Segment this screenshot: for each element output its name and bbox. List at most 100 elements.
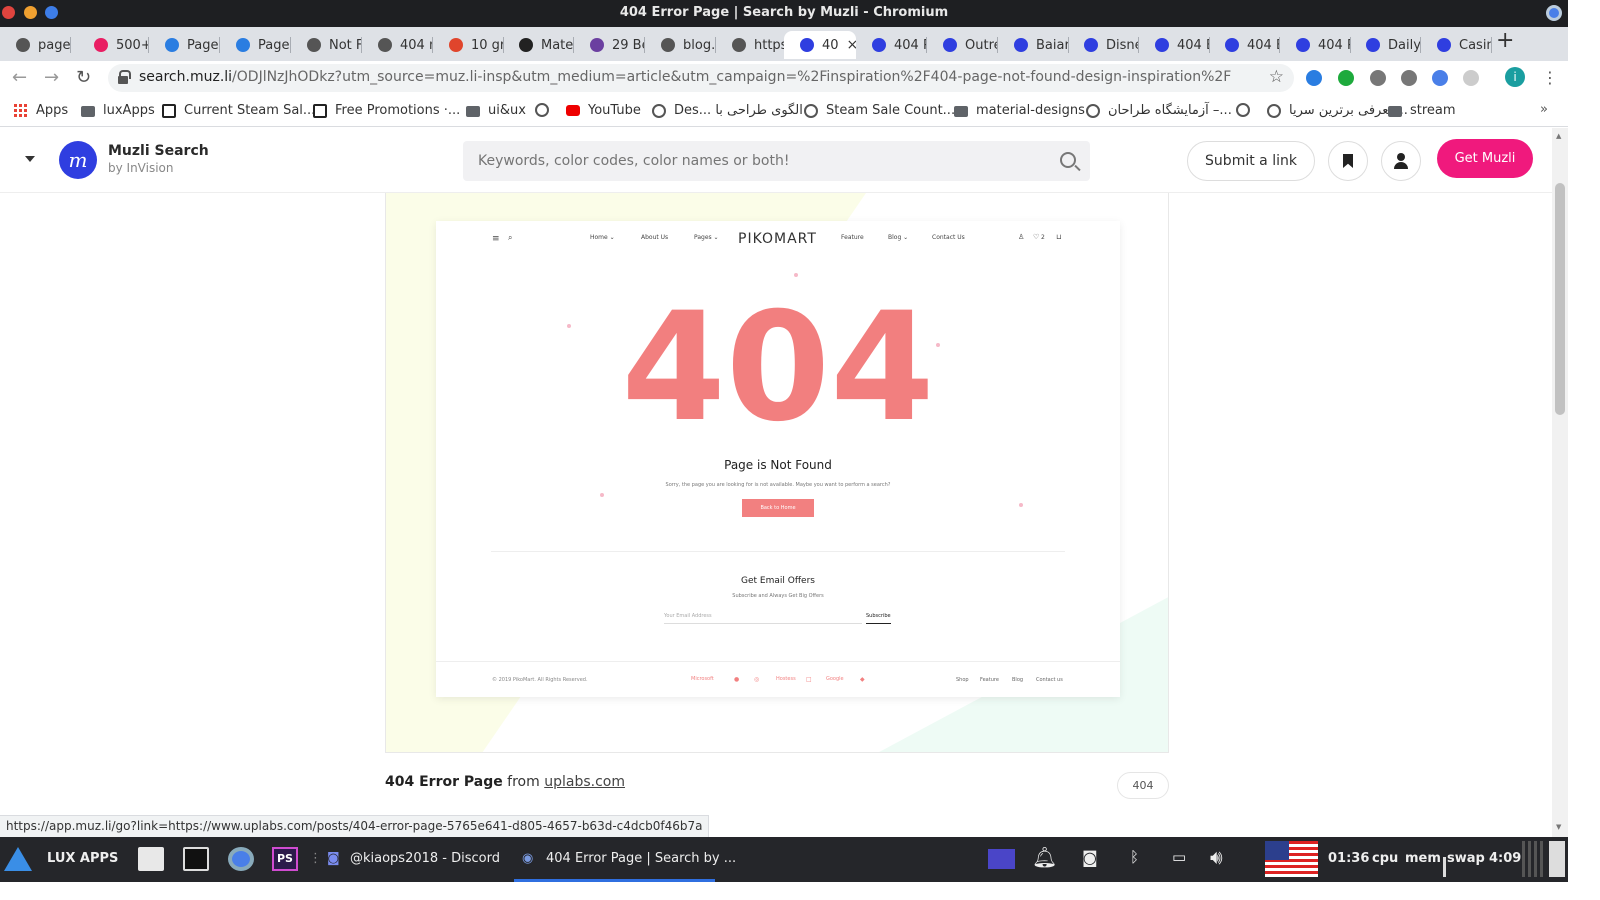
tab[interactable]: 10 gr [433,31,504,59]
search-input[interactable] [463,141,1043,181]
forward-icon[interactable]: → [44,67,59,88]
new-tab-button[interactable]: + [1496,30,1514,52]
tab[interactable]: Daily [1350,31,1421,59]
ux-icon [449,38,463,52]
tag-chip[interactable]: 404 [1117,772,1169,799]
bookmarks-overflow-icon[interactable]: » [1540,102,1548,117]
get-muzli-button[interactable]: Get Muzli [1437,139,1533,178]
extension-icon[interactable] [1370,70,1386,86]
post-title[interactable]: 404 Error Page [385,774,503,790]
tab[interactable]: Page [149,31,220,59]
bookmark-item[interactable]: ui&ux [466,103,526,118]
tab[interactable]: 404 P [1280,31,1351,59]
keyboard-layout-flag-icon[interactable] [1265,841,1318,877]
bookmark-button[interactable] [1328,141,1368,181]
chromium-taskbar-icon[interactable] [228,847,254,871]
bookmark-item[interactable]: stream [1388,103,1456,118]
profile-avatar[interactable]: i [1505,67,1525,87]
source-link[interactable]: uplabs.com [544,774,625,790]
mem-label: mem [1405,851,1441,866]
muzli-icon [1155,38,1169,52]
volume-icon[interactable]: 🔊︎ [1210,845,1223,869]
preview-card[interactable]: ≡ ⌕ Home ⌄ About Us Pages ⌄ PIKOMART Fea… [385,193,1169,753]
muzli-icon [1296,38,1310,52]
tab-label: 404 E [1177,37,1210,53]
brand-name[interactable]: Muzli Search [108,143,209,159]
scroll-up-icon[interactable]: ▲ [1556,132,1561,140]
profile-button[interactable] [1381,141,1421,181]
tab[interactable]: 404 E [1139,31,1210,59]
tab[interactable]: Not F [291,31,362,59]
bluetooth-icon[interactable]: ᛒ [1130,848,1139,866]
tab[interactable]: Baiar [998,31,1069,59]
extension-icon[interactable] [1338,70,1354,86]
tab[interactable]: Outre [927,31,998,59]
muzli-pink-icon [94,38,108,52]
lux-logo-icon[interactable] [4,847,32,871]
submit-link-button[interactable]: Submit a link [1187,141,1315,181]
bookmark-item[interactable]: Apps [14,103,68,118]
bookmark-item[interactable]: Steam Sale Count... [804,103,955,118]
discord-tray-icon[interactable]: ◙ [1082,848,1098,867]
terminal-icon[interactable] [183,847,209,871]
bookmark-item[interactable]: آزمایشگاه طراحان –... [1086,103,1232,118]
tab[interactable]: 404 E [1209,31,1280,59]
notification-bell-icon[interactable]: 🔔︎ [1032,845,1057,869]
tab[interactable]: 404 P [856,31,927,59]
bookmark-item[interactable]: Des... الگوی طراحی با [652,103,803,118]
address-bar[interactable]: search.muz.li/ODJlNzJhODkz?utm_source=mu… [108,64,1294,92]
globe-icon [16,38,30,52]
menu-dots-icon[interactable]: ⋮ [1542,68,1558,87]
taskbar-window-chromium[interactable]: 404 Error Page | Search by ... [546,851,736,866]
scrollbar-thumb[interactable] [1555,183,1565,415]
tab[interactable]: Disne [1068,31,1139,59]
address-url[interactable]: search.muz.li/ODJlNzJhODkz?utm_source=mu… [139,69,1231,85]
extension-icon[interactable] [1306,70,1322,86]
bookmark-item[interactable]: luxApps [81,103,155,118]
tab[interactable]: page- [0,31,71,59]
bookmark-item[interactable]: YouTube [566,103,641,118]
tab[interactable]: https: [716,31,787,59]
bookmark-item[interactable]: material-designs [954,103,1085,118]
extension-icon[interactable] [1432,70,1448,86]
bookmark-item[interactable] [535,103,557,117]
bookmark-item[interactable] [1236,103,1258,117]
scroll-down-icon[interactable]: ▼ [1556,823,1561,831]
caret-down-icon[interactable] [25,156,35,162]
tab[interactable]: 500+ [78,31,149,59]
extension-icon[interactable] [1401,70,1417,86]
tab-label: 404 n [400,37,433,53]
tab[interactable]: Mate [503,31,574,59]
bookmark-item[interactable]: Current Steam Sal... [162,103,315,118]
preview-footer-blog: Blog [1012,677,1024,683]
launcher-label[interactable]: LUX APPS [47,851,118,866]
phpstorm-icon[interactable]: PS [272,847,298,871]
tab[interactable]: Page [220,31,291,59]
close-icon[interactable]: × [847,37,856,53]
muzli-logo[interactable]: m [59,141,97,179]
tab[interactable]: 404 n [362,31,433,59]
extension-icon[interactable] [1463,70,1479,86]
post-caption: 404 Error Page from uplabs.com [385,774,625,790]
bookmark-star-icon[interactable]: ☆ [1269,67,1284,87]
preview-subscribe-button: Subscribe [866,613,891,624]
workspace-icon[interactable] [988,849,1015,869]
show-desktop-button[interactable] [1549,841,1565,877]
vertical-scrollbar[interactable]: ▲ ▼ [1552,128,1568,837]
files-icon[interactable] [138,847,164,871]
bookmark-item[interactable]: Free Promotions ·... [313,103,460,118]
bookmark-item[interactable]: معرفی برترین سریا... [1267,103,1408,118]
reload-icon[interactable]: ↻ [76,67,91,88]
wishlist-count: 2 [1041,234,1045,241]
tab[interactable]: 29 Be [574,31,645,59]
bookmark-label: آزمایشگاه طراحان –... [1108,103,1232,118]
tab[interactable]: 40 × [784,31,856,59]
taskbar-window-discord[interactable]: @kiaops2018 - Discord [350,851,500,866]
window-title: 404 Error Page | Search by Muzli - Chrom… [619,5,949,20]
search-icon[interactable] [1060,152,1076,168]
back-icon[interactable]: ← [12,67,27,88]
display-icon[interactable]: ▭ [1172,848,1186,866]
url-path: /ODJlNzJhODkz?utm_source=muz.li-insp&utm… [232,69,1232,85]
tab[interactable]: blog.f [645,31,716,59]
tab[interactable]: Casin [1421,31,1492,59]
